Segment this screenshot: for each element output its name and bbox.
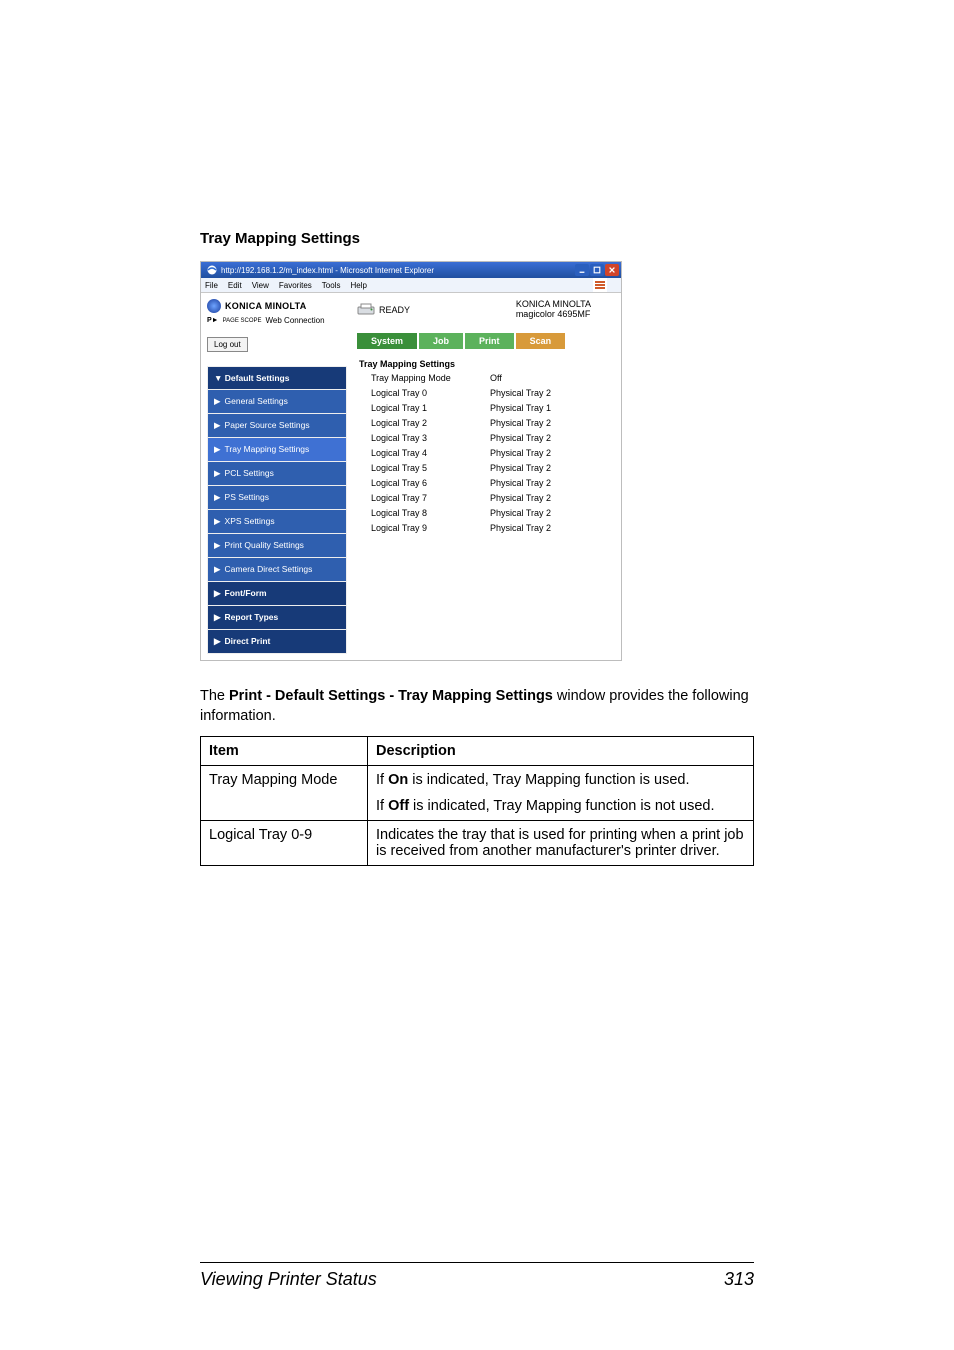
brand-logo-icon	[207, 299, 221, 313]
status-text: READY	[379, 305, 410, 315]
minimize-button[interactable]	[575, 264, 589, 276]
map-key: Logical Tray 5	[371, 463, 490, 473]
sidebar-item-xps[interactable]: ▶XPS Settings	[208, 510, 347, 534]
panel-title: Tray Mapping Settings	[359, 359, 611, 369]
map-value: Physical Tray 2	[490, 388, 609, 398]
menu-edit[interactable]: Edit	[228, 281, 242, 290]
footer-page: 313	[724, 1269, 754, 1290]
map-key: Logical Tray 1	[371, 403, 490, 413]
map-key: Logical Tray 9	[371, 523, 490, 533]
map-key: Tray Mapping Mode	[371, 373, 490, 383]
tab-scan[interactable]: Scan	[516, 333, 568, 349]
logout-button[interactable]: Log out	[207, 337, 248, 352]
menu-view[interactable]: View	[252, 281, 269, 290]
map-key: Logical Tray 7	[371, 493, 490, 503]
tab-system[interactable]: System	[357, 333, 419, 349]
window-titlebar: http://192.168.1.2/m_index.html - Micros…	[201, 262, 621, 278]
close-button[interactable]	[605, 264, 619, 276]
sidebar-item-print-quality[interactable]: ▶Print Quality Settings	[208, 534, 347, 558]
page-footer: Viewing Printer Status 313	[200, 1262, 754, 1290]
sidebar-item-pcl[interactable]: ▶PCL Settings	[208, 462, 347, 486]
menu-tools[interactable]: Tools	[322, 281, 341, 290]
map-key: Logical Tray 4	[371, 448, 490, 458]
ie-throbber-icon	[593, 278, 607, 292]
ie-icon	[207, 265, 217, 275]
sidebar-item-paper-source[interactable]: ▶Paper Source Settings	[208, 414, 347, 438]
sidebar-report-types[interactable]: ▶Report Types	[208, 606, 347, 630]
explain-paragraph: The Print - Default Settings - Tray Mapp…	[200, 687, 754, 726]
tab-print[interactable]: Print	[465, 333, 516, 349]
sidebar-item-camera-direct[interactable]: ▶Camera Direct Settings	[208, 558, 347, 582]
map-value: Physical Tray 1	[490, 403, 609, 413]
menu-file[interactable]: File	[205, 281, 218, 290]
sidebar-font-form[interactable]: ▶Font/Form	[208, 582, 347, 606]
mapping-table: Tray Mapping ModeOff Logical Tray 0Physi…	[357, 373, 611, 543]
map-key: Logical Tray 2	[371, 418, 490, 428]
ie-window: http://192.168.1.2/m_index.html - Micros…	[200, 261, 622, 661]
cell-desc: Indicates the tray that is used for prin…	[368, 821, 754, 866]
menu-favorites[interactable]: Favorites	[279, 281, 312, 290]
cell-item: Logical Tray 0-9	[201, 821, 368, 866]
map-value: Physical Tray 2	[490, 448, 609, 458]
section-title: Tray Mapping Settings	[200, 230, 754, 247]
sidebar-item-ps[interactable]: ▶PS Settings	[208, 486, 347, 510]
map-value: Off	[490, 373, 609, 383]
footer-text: Viewing Printer Status	[200, 1269, 377, 1290]
map-key: Logical Tray 6	[371, 478, 490, 488]
window-title: http://192.168.1.2/m_index.html - Micros…	[221, 266, 574, 275]
sidebar-header[interactable]: ▼ Default Settings	[208, 367, 347, 390]
map-key: Logical Tray 3	[371, 433, 490, 443]
table-row: Logical Tray 0-9 Indicates the tray that…	[201, 821, 754, 866]
description-table: Item Description Tray Mapping Mode If On…	[200, 736, 754, 866]
map-value: Physical Tray 2	[490, 493, 609, 503]
brand-name: KONICA MINOLTA	[225, 301, 307, 311]
map-value: Physical Tray 2	[490, 463, 609, 473]
map-key: Logical Tray 0	[371, 388, 490, 398]
sidebar-direct-print[interactable]: ▶Direct Print	[208, 630, 347, 654]
tabbar: System Job Print Scan	[357, 333, 611, 349]
cell-item: Tray Mapping Mode	[201, 766, 368, 821]
status: READY	[357, 303, 410, 317]
menubar: File Edit View Favorites Tools Help	[201, 278, 621, 293]
maximize-button[interactable]	[590, 264, 604, 276]
sidebar: ▼ Default Settings ▶General Settings ▶Pa…	[207, 366, 347, 654]
pagescope-icon: P►	[207, 317, 219, 324]
cell-desc: If On is indicated, Tray Mapping functio…	[368, 766, 754, 821]
sidebar-item-general[interactable]: ▶General Settings	[208, 390, 347, 414]
sidebar-item-tray-mapping[interactable]: ▶Tray Mapping Settings	[208, 438, 347, 462]
pagescope-prefix: PAGE SCOPE	[223, 318, 262, 324]
map-value: Physical Tray 2	[490, 523, 609, 533]
brand-block: KONICA MINOLTA P► PAGE SCOPE Web Connect…	[207, 299, 347, 325]
map-key: Logical Tray 8	[371, 508, 490, 518]
th-description: Description	[368, 737, 754, 766]
th-item: Item	[201, 737, 368, 766]
map-value: Physical Tray 2	[490, 508, 609, 518]
brand-sub: Web Connection	[266, 316, 325, 325]
menu-help[interactable]: Help	[350, 281, 366, 290]
table-row: Tray Mapping Mode If On is indicated, Tr…	[201, 766, 754, 821]
map-value: Physical Tray 2	[490, 418, 609, 428]
map-value: Physical Tray 2	[490, 433, 609, 443]
device-id: KONICA MINOLTA magicolor 4695MF	[516, 299, 611, 319]
tab-job[interactable]: Job	[419, 333, 465, 349]
map-value: Physical Tray 2	[490, 478, 609, 488]
printer-icon	[357, 303, 375, 317]
